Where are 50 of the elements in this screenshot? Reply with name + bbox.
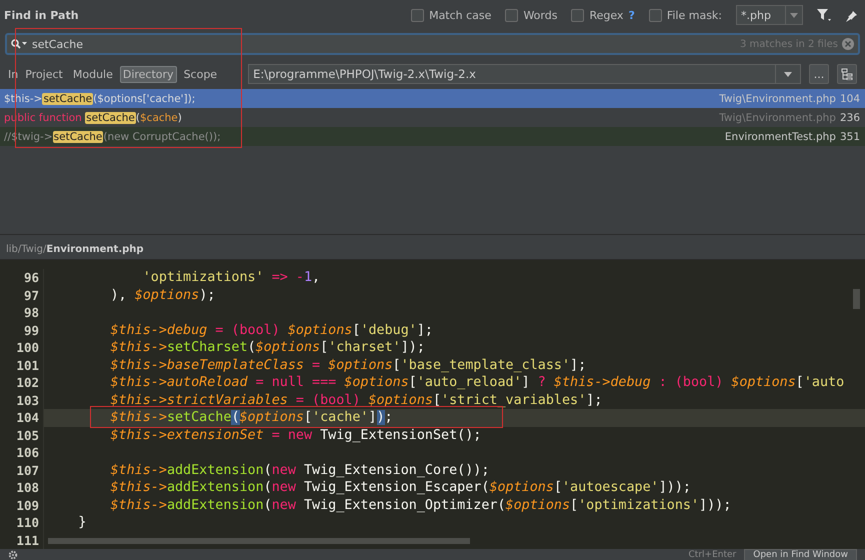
scope-tab[interactable]: Module [70,66,116,82]
code-line: $this->setCache($options['cache']); [109,409,393,426]
scrollbar[interactable] [853,289,860,309]
result-file: Twig\Environment.php [719,112,836,124]
code-line: ), $options); [109,286,216,304]
result-line: 104 [840,92,860,104]
code-line: $this->addExtension(new Twig_Extension_Core()); [109,462,490,479]
scope-tab[interactable]: Project [22,66,66,82]
shortcut-hint: Ctrl+Enter [688,550,736,560]
code-line: 'optimizations' => -1, [142,269,320,286]
line-number: 104 [0,409,44,426]
clear-icon[interactable] [842,38,854,50]
scope-tab[interactable]: Scope [180,66,220,82]
tree-icon [841,68,853,80]
tree-button[interactable] [837,64,857,84]
checkbox[interactable] [648,8,662,22]
help-link[interactable]: ? [628,8,635,22]
checkbox[interactable] [505,8,518,22]
checkbox-label: File mask: [666,8,722,22]
settings-icon[interactable] [8,550,18,560]
checkbox[interactable] [571,8,584,22]
result-file: Twig\Environment.php [719,92,836,104]
code-line: $this->addExtension(new Twig_Extension_Optimizer($options['optimizations'])); [109,496,732,514]
dialog-title: Find in Path [4,8,79,22]
code-line: $this->baseTemplateClass = $options['base_template_class']; [109,356,586,374]
browse-button[interactable]: ... [809,64,829,84]
dropdown-icon[interactable] [784,72,792,76]
checkbox[interactable] [411,8,424,22]
checkbox-label: Regex [589,8,624,22]
scope-tab[interactable]: Directory [120,66,177,82]
result-line: 236 [840,112,860,124]
code-line: $this->autoReload = null === $options['auto_reload'] ? $this->debug : (bool) $options['auto [109,374,844,392]
code-line: $this->extensionSet = new Twig_ExtensionSet(); [109,426,482,444]
directory-field[interactable]: E:\programme\PHPOJ\Twig-2.x\Twig-2.x [248,64,801,84]
search-icon[interactable] [11,39,28,49]
result-file: EnvironmentTest.php [724,130,836,142]
code-line: $this->setCharset($options['charset']); [109,339,425,356]
code-line: } [77,514,86,532]
code-line: $this->debug = (bool) $options['debug']; [109,322,433,339]
code-editor[interactable] [0,260,865,549]
code-line: $this->strictVariables = (bool) $options['strict_variables']; [109,392,602,409]
pin-icon[interactable] [845,8,857,22]
checkbox-label: Match case [429,8,492,22]
scrollbar[interactable] [48,538,470,544]
code-line: $this->addExtension(new Twig_Extension_Escaper($options['autoescape'])); [109,479,691,496]
dropdown-icon[interactable] [790,12,798,18]
checkbox-label: Words [523,8,558,22]
filter-icon[interactable] [817,8,831,22]
result-line: 351 [840,130,860,142]
open-in-find-window-button[interactable]: Open in Find Window [744,549,857,560]
